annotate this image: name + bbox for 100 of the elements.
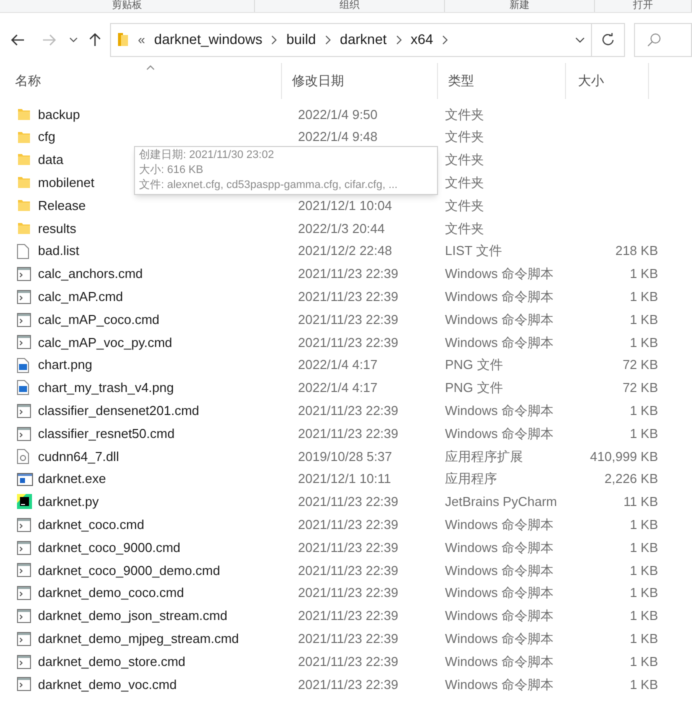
file-name: darknet_coco_9000.cmd bbox=[38, 538, 180, 557]
file-size: 410,999 KB bbox=[590, 448, 658, 466]
up-arrow-icon bbox=[89, 32, 102, 46]
column-header[interactable]: 修改日期 bbox=[282, 63, 438, 99]
modified-date: 2021/11/23 22:39 bbox=[298, 630, 398, 648]
script-file-icon bbox=[17, 335, 31, 350]
file-type: Windows 命令脚本 bbox=[445, 676, 554, 694]
modified-date: 2021/11/23 22:39 bbox=[298, 652, 398, 671]
file-size: 1 KB bbox=[630, 538, 658, 557]
file-type: Windows 命令脚本 bbox=[445, 538, 554, 557]
file-name: calc_mAP.cmd bbox=[38, 288, 124, 306]
script-file-icon bbox=[17, 632, 31, 646]
file-size: 218 KB bbox=[615, 242, 658, 260]
file-type: PNG 文件 bbox=[445, 356, 504, 374]
modified-date: 2022/1/4 4:17 bbox=[298, 356, 378, 374]
file-type: Windows 命令脚本 bbox=[445, 288, 554, 306]
script-file-icon bbox=[17, 677, 31, 692]
file-name: cudnn64_7.dll bbox=[38, 448, 119, 466]
modified-date: 2021/11/23 22:39 bbox=[298, 562, 398, 580]
folder-icon bbox=[17, 130, 31, 144]
file-size: 1 KB bbox=[630, 584, 658, 602]
file-type: JetBrains PyCharm bbox=[445, 493, 558, 512]
folder-icon bbox=[116, 32, 129, 47]
file-name: darknet_demo_voc.cmd bbox=[38, 676, 177, 694]
script-file-icon bbox=[17, 586, 31, 600]
file-type: 文件夹 bbox=[445, 106, 485, 124]
file-size: 1 KB bbox=[630, 676, 658, 694]
file-type: LIST 文件 bbox=[445, 242, 503, 260]
file-name: darknet_coco.cmd bbox=[38, 516, 144, 534]
document-icon bbox=[17, 244, 29, 259]
path-overflow[interactable]: « bbox=[138, 30, 146, 50]
tooltip-line: 大小: 616 KB bbox=[139, 163, 204, 178]
file-type: Windows 命令脚本 bbox=[445, 424, 554, 443]
file-type: Windows 命令脚本 bbox=[445, 652, 554, 671]
modified-date: 2021/11/23 22:39 bbox=[298, 402, 398, 420]
file-type: Windows 命令脚本 bbox=[445, 562, 554, 580]
chevron-right-icon bbox=[442, 34, 448, 44]
file-type: Windows 命令脚本 bbox=[445, 402, 554, 420]
modified-date: 2021/12/1 10:11 bbox=[298, 470, 392, 488]
file-name: chart.png bbox=[38, 356, 92, 374]
file-size: 1 KB bbox=[630, 562, 658, 580]
file-type: 文件夹 bbox=[445, 128, 485, 146]
modified-date: 2021/11/23 22:39 bbox=[298, 334, 398, 352]
modified-date: 2021/11/23 22:39 bbox=[298, 424, 398, 443]
script-file-icon bbox=[17, 540, 31, 555]
breadcrumb[interactable]: build bbox=[286, 29, 316, 50]
refresh-icon bbox=[600, 32, 615, 46]
script-file-icon bbox=[17, 426, 31, 441]
modified-date: 2021/11/23 22:39 bbox=[298, 288, 398, 306]
file-name: bad.list bbox=[38, 242, 80, 260]
file-type: Windows 命令脚本 bbox=[445, 516, 554, 534]
script-file-icon bbox=[17, 404, 31, 418]
file-type: 文件夹 bbox=[445, 220, 485, 238]
file-type: Windows 命令脚本 bbox=[445, 265, 554, 284]
file-name: darknet_demo_mjpeg_stream.cmd bbox=[38, 630, 239, 648]
file-type: PNG 文件 bbox=[445, 379, 504, 398]
file-name: darknet.exe bbox=[38, 470, 106, 488]
breadcrumb[interactable]: darknet bbox=[340, 29, 387, 50]
chevron-right-icon bbox=[324, 34, 331, 44]
address-bar[interactable]: « darknet_windows build darknet x64 bbox=[110, 22, 592, 56]
script-file-icon bbox=[17, 654, 31, 669]
back-arrow-icon bbox=[11, 34, 26, 46]
chevron-right-icon bbox=[271, 34, 278, 44]
file-name: darknet_demo_json_stream.cmd bbox=[38, 607, 228, 626]
column-header[interactable]: 类型 bbox=[438, 63, 566, 99]
file-name: mobilenet bbox=[38, 174, 94, 192]
modified-date: 2021/11/23 22:39 bbox=[298, 310, 398, 329]
file-type: Windows 命令脚本 bbox=[445, 630, 554, 648]
file-name: darknet_demo_coco.cmd bbox=[38, 584, 184, 602]
breadcrumb[interactable]: darknet_windows bbox=[154, 29, 262, 50]
search-field[interactable] bbox=[634, 22, 692, 56]
file-name: calc_mAP_voc_py.cmd bbox=[38, 334, 172, 352]
file-size: 1 KB bbox=[630, 402, 658, 420]
column-header[interactable]: 大小 bbox=[566, 63, 649, 99]
file-size: 1 KB bbox=[630, 630, 658, 648]
column-header[interactable]: 名称 bbox=[0, 63, 282, 99]
forward-arrow-icon bbox=[42, 34, 56, 46]
file-name: chart_my_trash_v4.png bbox=[38, 379, 174, 398]
tooltip-line: 文件: alexnet.cfg, cd53paspp-gamma.cfg, cifar.cfg, ... bbox=[139, 178, 399, 193]
file-size: 1 KB bbox=[630, 607, 658, 626]
file-size: 1 KB bbox=[630, 265, 658, 284]
script-file-icon bbox=[17, 312, 31, 327]
modified-date: 2021/11/23 22:39 bbox=[298, 516, 398, 534]
file-size: 11 KB bbox=[624, 493, 658, 512]
modified-date: 2022/1/4 9:48 bbox=[298, 128, 378, 146]
chevron-down-icon[interactable] bbox=[574, 36, 585, 42]
file-name: results bbox=[38, 220, 76, 238]
refresh-button[interactable] bbox=[592, 22, 625, 56]
modified-date: 2021/11/23 22:39 bbox=[298, 584, 398, 602]
modified-date: 2022/1/4 9:50 bbox=[298, 106, 378, 124]
modified-date: 2021/11/23 22:39 bbox=[298, 265, 398, 284]
file-name: cfg bbox=[38, 128, 56, 146]
breadcrumb[interactable]: x64 bbox=[410, 29, 434, 50]
pycharm-icon bbox=[17, 494, 32, 510]
modified-date: 2022/1/4 4:17 bbox=[298, 379, 378, 398]
image-file-icon bbox=[17, 380, 29, 396]
search-icon bbox=[646, 32, 661, 46]
file-type: Windows 命令脚本 bbox=[445, 607, 554, 626]
file-type: 应用程序 bbox=[445, 470, 498, 488]
folder-icon bbox=[17, 199, 31, 212]
